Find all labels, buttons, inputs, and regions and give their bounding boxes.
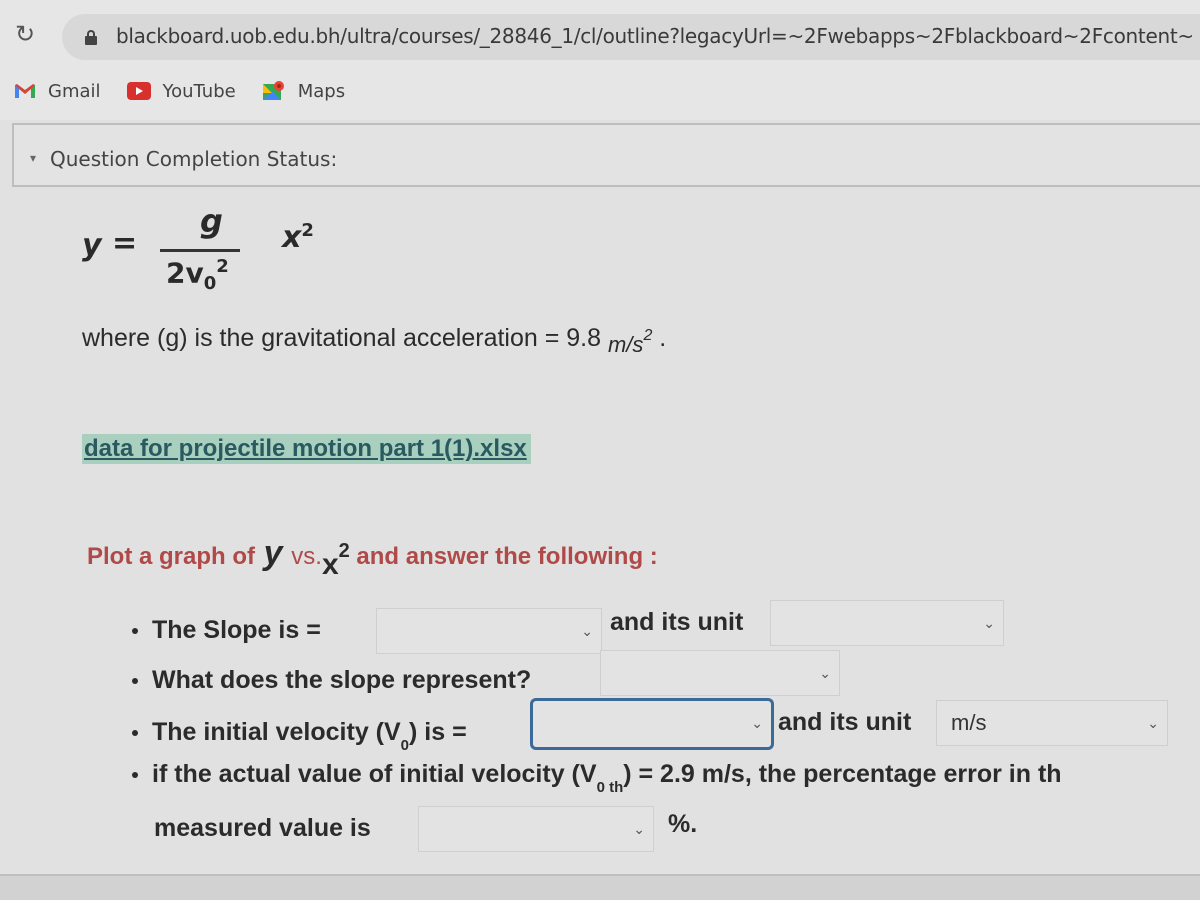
- fraction-bar: [160, 249, 240, 252]
- bullet: [132, 772, 138, 779]
- chevron-down-icon: ⌄: [633, 821, 645, 837]
- velocity-label-b: ) is =: [409, 718, 467, 746]
- velocity-unit-select[interactable]: m/s ⌄: [936, 700, 1168, 746]
- represent-label: What does the slope represent?: [152, 666, 532, 694]
- bullet: [132, 678, 138, 685]
- gravity-unit: m/s2: [607, 327, 652, 357]
- slope-unit-select[interactable]: ⌄: [770, 600, 1004, 646]
- browser-chrome: ↻ blackboard.uob.edu.bh/ultra/courses/_2…: [0, 0, 1200, 120]
- represent-select[interactable]: ⌄: [600, 650, 840, 696]
- question-page: ▾ Question Completion Status: y = g 2v02…: [0, 120, 1200, 900]
- bookmark-gmail[interactable]: Gmail: [14, 81, 101, 102]
- velocity-label-sub: 0: [400, 737, 410, 754]
- chevron-down-icon: ⌄: [983, 615, 995, 631]
- bookmark-label: Maps: [297, 80, 346, 102]
- error-label-c: measured value is: [154, 814, 371, 842]
- percentage-error-select[interactable]: ⌄: [418, 806, 654, 852]
- slope-label: The Slope is =: [152, 616, 321, 644]
- denominator-base: 2v: [166, 256, 204, 290]
- velocity-label-a: The initial velocity (V: [152, 718, 401, 746]
- formula-y: y: [82, 228, 102, 263]
- plot-x-sup: 2: [338, 540, 350, 562]
- plot-suffix: and answer the following :: [349, 543, 658, 570]
- error-label-b: ) = 2.9 m/s, the percentage error in th: [623, 760, 1062, 788]
- question-completion-status[interactable]: ▾ Question Completion Status:: [12, 123, 1200, 187]
- plot-instruction: Plot a graph of y vs.x2 and answer the f…: [87, 534, 658, 581]
- formula-x: x2: [282, 220, 314, 255]
- gravity-text: where (g) is the gravitational accelerat…: [82, 324, 608, 352]
- formula-x-base: x: [282, 220, 302, 255]
- status-label: Question Completion Status:: [50, 147, 338, 171]
- gravity-unit-sup: 2: [643, 326, 653, 344]
- bookmark-label: Gmail: [48, 80, 101, 102]
- velocity-question: The initial velocity (V0) is =: [132, 718, 467, 754]
- gravity-unit-text: m/s: [607, 332, 644, 357]
- page-bottom-edge: [0, 874, 1200, 900]
- chevron-down-icon: ⌄: [1147, 715, 1159, 731]
- slope-unit-label: and its unit: [610, 608, 744, 636]
- youtube-icon: [126, 82, 151, 100]
- error-label-sub: 0 th: [596, 779, 624, 796]
- gravity-end: .: [652, 324, 667, 352]
- slope-question: The Slope is =: [132, 616, 321, 645]
- velocity-value-select[interactable]: ⌄: [530, 698, 774, 750]
- chevron-down-icon: ⌄: [581, 623, 593, 639]
- plot-y: y: [263, 534, 283, 572]
- gravity-note: where (g) is the gravitational accelerat…: [82, 324, 667, 357]
- plot-x-base: x: [321, 548, 339, 581]
- plot-x2: x2: [321, 540, 350, 581]
- lock-icon[interactable]: [85, 30, 97, 45]
- plot-prefix: Plot a graph of: [87, 543, 262, 570]
- denominator-sup: 2: [216, 256, 229, 277]
- represent-question: What does the slope represent?: [132, 666, 531, 695]
- percent-suffix: %.: [668, 810, 698, 838]
- reload-icon[interactable]: ↻: [12, 22, 38, 48]
- gmail-icon: [14, 83, 36, 99]
- chevron-down-icon: ⌄: [751, 715, 763, 731]
- velocity-unit-label: and its unit: [778, 708, 912, 736]
- formula-equals: =: [112, 226, 138, 261]
- bookmark-label: YouTube: [162, 80, 236, 102]
- error-label-a: if the actual value of initial velocity …: [152, 760, 597, 788]
- bullet: [132, 730, 138, 737]
- error-question: if the actual value of initial velocity …: [132, 760, 1062, 796]
- formula-x-sup: 2: [301, 220, 314, 241]
- formula-numerator: g: [200, 202, 223, 240]
- double-chevron-down-icon[interactable]: ▾: [30, 151, 36, 165]
- plot-vs: vs.: [284, 543, 322, 570]
- url-text[interactable]: blackboard.uob.edu.bh/ultra/courses/_288…: [116, 24, 1194, 48]
- chevron-down-icon: ⌄: [819, 665, 831, 681]
- maps-icon: [262, 80, 286, 102]
- bookmark-maps[interactable]: Maps: [262, 80, 345, 102]
- formula-denominator: 2v02: [166, 256, 229, 294]
- bookmark-youtube[interactable]: YouTube: [126, 80, 236, 102]
- bullet: [132, 628, 138, 635]
- denominator-sub: 0: [203, 272, 217, 294]
- bookmarks-bar: Gmail YouTube Maps: [14, 76, 371, 106]
- selected-value: m/s: [951, 710, 987, 735]
- data-file-link[interactable]: data for projectile motion part 1(1).xls…: [82, 434, 531, 464]
- trajectory-formula: y = g 2v02 x2: [82, 200, 382, 310]
- slope-value-select[interactable]: ⌄: [376, 608, 602, 654]
